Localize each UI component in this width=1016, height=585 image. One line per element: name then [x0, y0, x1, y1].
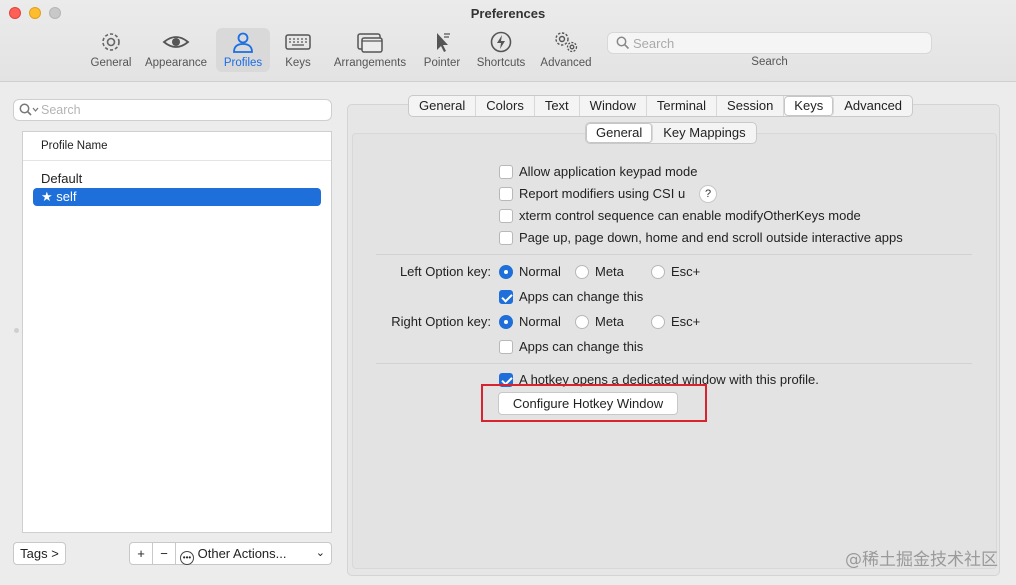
toolbar-shortcuts-label: Shortcuts — [476, 57, 526, 69]
other-actions-label: Other Actions... — [197, 546, 287, 561]
toolbar-arrangements-label: Arrangements — [333, 57, 407, 69]
csi-u-checkbox[interactable] — [499, 187, 513, 201]
toolbar-pointer[interactable]: Pointer — [420, 28, 464, 72]
split-handle[interactable] — [14, 328, 19, 333]
right-option-normal-radio[interactable] — [499, 315, 513, 329]
search-icon — [19, 103, 39, 120]
person-icon — [216, 30, 270, 56]
toolbar-advanced-label: Advanced — [540, 57, 592, 69]
keypad-mode-checkbox[interactable] — [499, 165, 513, 179]
toolbar-search-caption: Search — [751, 56, 788, 68]
tab-general[interactable]: General — [409, 96, 477, 116]
right-option-normal-label: Normal — [519, 314, 561, 329]
right-option-esc-label: Esc+ — [671, 314, 701, 329]
left-option-meta-radio[interactable] — [575, 265, 589, 279]
tab-text[interactable]: Text — [535, 96, 580, 116]
keypad-mode-label: Allow application keypad mode — [519, 164, 698, 179]
right-option-key-label: Right Option key: — [391, 314, 491, 329]
modify-other-keys-checkbox[interactable] — [499, 209, 513, 223]
profile-row-default[interactable]: Default — [33, 170, 321, 188]
toolbar-shortcuts[interactable]: Shortcuts — [474, 28, 528, 72]
watermark: @稀土掘金技术社区 — [845, 550, 998, 570]
keyboard-icon — [280, 30, 316, 56]
profile-list: Profile Name Default ★ self — [22, 131, 332, 533]
tab-advanced[interactable]: Advanced — [834, 96, 912, 116]
tab-terminal[interactable]: Terminal — [647, 96, 718, 116]
profile-search-field[interactable] — [13, 99, 332, 121]
eye-icon — [143, 30, 209, 56]
left-option-normal-radio[interactable] — [499, 265, 513, 279]
left-apps-can-change-checkbox[interactable] — [499, 290, 513, 304]
pointer-icon — [420, 30, 464, 56]
search-icon — [616, 36, 630, 53]
keys-subtabs: General Key Mappings — [585, 122, 757, 144]
csi-u-label: Report modifiers using CSI u — [519, 186, 686, 201]
profile-tabs: General Colors Text Window Terminal Sess… — [408, 95, 914, 117]
gear-icon — [90, 30, 132, 56]
subtab-key-mappings[interactable]: Key Mappings — [653, 123, 755, 143]
annotation-highlight-box — [481, 384, 707, 422]
toolbar-search-field[interactable] — [607, 32, 932, 54]
add-profile-button[interactable]: + — [129, 542, 153, 565]
page-scroll-label: Page up, page down, home and end scroll … — [519, 230, 903, 245]
gears-icon — [538, 30, 594, 56]
preferences-window: Preferences General Appearance Profiles … — [0, 0, 1016, 585]
toolbar-search-input[interactable] — [633, 35, 923, 51]
profile-row-self[interactable]: ★ self — [33, 188, 321, 206]
toolbar: Preferences General Appearance Profiles … — [0, 0, 1016, 82]
left-option-esc-label: Esc+ — [671, 264, 701, 279]
toolbar-appearance[interactable]: Appearance — [143, 28, 209, 72]
divider — [376, 254, 972, 255]
right-apps-can-change-checkbox[interactable] — [499, 340, 513, 354]
other-actions-menu[interactable]: ••• Other Actions... ⌄ — [175, 542, 332, 565]
left-option-key-label: Left Option key: — [399, 264, 491, 279]
ellipsis-circle-icon: ••• — [180, 551, 194, 565]
left-option-esc-radio[interactable] — [651, 265, 665, 279]
right-option-meta-label: Meta — [595, 314, 624, 329]
toolbar-arrangements[interactable]: Arrangements — [330, 28, 410, 72]
toolbar-advanced[interactable]: Advanced — [538, 28, 594, 72]
help-button[interactable]: ? — [699, 185, 717, 203]
tab-colors[interactable]: Colors — [476, 96, 535, 116]
windows-icon — [330, 30, 410, 56]
left-option-normal-label: Normal — [519, 264, 561, 279]
right-apps-can-change-label: Apps can change this — [519, 339, 644, 354]
divider — [376, 363, 972, 364]
toolbar-pointer-label: Pointer — [423, 57, 461, 69]
tab-keys[interactable]: Keys — [784, 96, 835, 116]
remove-profile-button[interactable]: − — [152, 542, 176, 565]
modify-other-keys-label: xterm control sequence can enable modify… — [519, 208, 861, 223]
toolbar-profiles-label: Profiles — [223, 57, 263, 69]
tab-session[interactable]: Session — [717, 96, 785, 116]
toolbar-keys[interactable]: Keys — [280, 28, 316, 72]
profile-search-input[interactable] — [41, 102, 326, 118]
toolbar-appearance-label: Appearance — [144, 57, 208, 69]
tab-window[interactable]: Window — [580, 96, 647, 116]
bolt-icon — [474, 30, 528, 56]
right-option-meta-radio[interactable] — [575, 315, 589, 329]
toolbar-general-label: General — [90, 57, 132, 69]
right-option-esc-radio[interactable] — [651, 315, 665, 329]
window-title: Preferences — [470, 6, 546, 21]
profile-name-column-header[interactable]: Profile Name — [23, 132, 331, 161]
tags-button[interactable]: Tags > — [13, 542, 66, 565]
toolbar-keys-label: Keys — [285, 57, 311, 69]
left-apps-can-change-label: Apps can change this — [519, 289, 644, 304]
toolbar-profiles[interactable]: Profiles — [216, 28, 270, 72]
left-option-meta-label: Meta — [595, 264, 624, 279]
subtab-general[interactable]: General — [586, 123, 654, 143]
toolbar-general[interactable]: General — [90, 28, 132, 72]
chevron-down-icon: ⌄ — [315, 547, 325, 559]
page-scroll-checkbox[interactable] — [499, 231, 513, 245]
